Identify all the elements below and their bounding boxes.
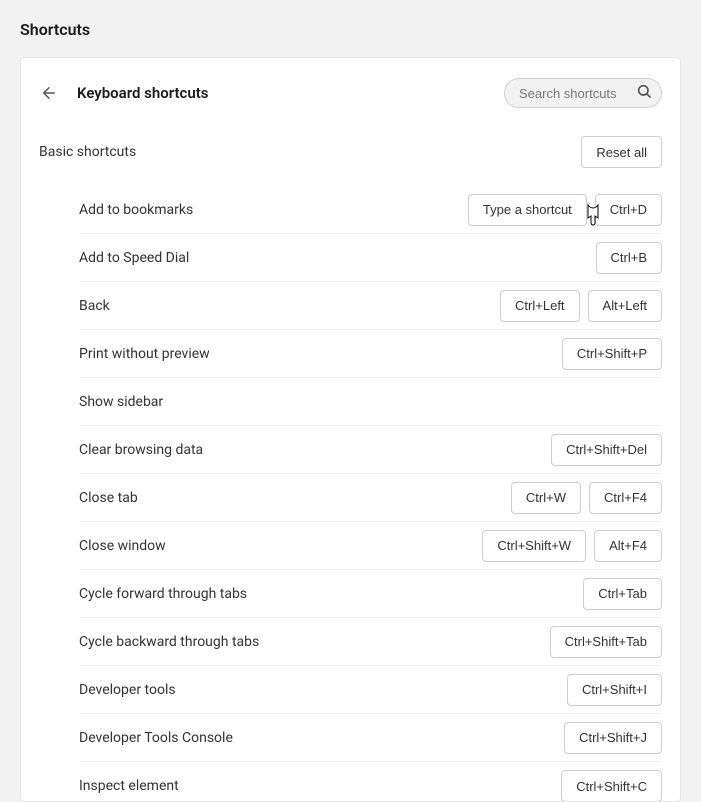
shortcut-buttons: Ctrl+LeftAlt+Left [500, 290, 662, 322]
section-header: Basic shortcuts Reset all [39, 136, 662, 168]
shortcut-key-button[interactable]: Ctrl+Shift+P [562, 338, 662, 370]
shortcut-key-button[interactable]: Ctrl+Shift+J [564, 722, 662, 754]
shortcut-row: Cycle forward through tabs Ctrl+Tab [79, 570, 662, 618]
shortcut-buttons: Ctrl+Shift+C [561, 770, 662, 802]
shortcut-row: Print without preview Ctrl+Shift+P [79, 330, 662, 378]
shortcut-row: Developer Tools Console Ctrl+Shift+J [79, 714, 662, 762]
shortcut-buttons: Ctrl+Shift+Del [551, 434, 662, 466]
shortcut-label: Show sidebar [79, 394, 163, 410]
shortcut-key-button[interactable]: Alt+Left [588, 290, 662, 322]
shortcut-key-button[interactable]: Ctrl+Tab [583, 578, 662, 610]
shortcut-list: Add to bookmarksType a shortcutCtrl+DAdd… [39, 186, 662, 802]
shortcut-buttons: Ctrl+Shift+WAlt+F4 [482, 530, 662, 562]
shortcut-row: Show sidebar [79, 378, 662, 426]
shortcut-label: Developer tools [79, 682, 176, 698]
card-header: Keyboard shortcuts [39, 78, 662, 108]
shortcut-label: Developer Tools Console [79, 730, 233, 746]
shortcut-label: Cycle backward through tabs [79, 634, 259, 650]
shortcut-label: Print without preview [79, 346, 210, 362]
shortcut-row: Inspect element Ctrl+Shift+C [79, 762, 662, 802]
shortcut-label: Close window [79, 538, 166, 554]
shortcut-row: Developer tools Ctrl+Shift+I [79, 666, 662, 714]
card-title: Keyboard shortcuts [77, 84, 208, 102]
shortcut-row: Cycle backward through tabs Ctrl+Shift+Ta… [79, 618, 662, 666]
shortcut-label: Clear browsing data [79, 442, 203, 458]
shortcuts-card: Keyboard shortcuts Basic shortcuts Reset… [20, 57, 681, 802]
shortcut-buttons: Ctrl+WCtrl+F4 [511, 482, 662, 514]
shortcut-label: Inspect element [79, 778, 179, 794]
shortcut-key-button[interactable]: Ctrl+Shift+Tab [550, 626, 662, 658]
shortcut-row: Back Ctrl+LeftAlt+Left [79, 282, 662, 330]
shortcut-key-button[interactable]: Alt+F4 [594, 530, 662, 562]
shortcut-key-button[interactable]: Ctrl+Left [500, 290, 580, 322]
shortcut-label: Add to bookmarks [79, 202, 193, 218]
shortcut-buttons: Ctrl+Tab [583, 578, 662, 610]
shortcut-row: Close window Ctrl+Shift+WAlt+F4 [79, 522, 662, 570]
search-box [504, 78, 662, 108]
search-input[interactable] [504, 78, 662, 108]
shortcut-key-button[interactable]: Ctrl+D [595, 194, 662, 226]
shortcut-buttons: Ctrl+Shift+I [567, 674, 662, 706]
shortcut-buttons: Ctrl+Shift+Tab [550, 626, 662, 658]
reset-all-button[interactable]: Reset all [581, 136, 662, 168]
type-shortcut-button[interactable]: Type a shortcut [468, 194, 587, 226]
shortcut-label: Add to Speed Dial [79, 250, 189, 266]
shortcut-label: Cycle forward through tabs [79, 586, 247, 602]
shortcut-row: Add to Speed Dial Ctrl+B [79, 234, 662, 282]
shortcut-buttons: Ctrl+Shift+J [564, 722, 662, 754]
shortcut-row: Clear browsing data Ctrl+Shift+Del [79, 426, 662, 474]
section-title: Basic shortcuts [39, 144, 136, 160]
shortcut-row: Close tab Ctrl+WCtrl+F4 [79, 474, 662, 522]
shortcut-key-button[interactable]: Ctrl+W [511, 482, 581, 514]
shortcut-key-button[interactable]: Ctrl+F4 [589, 482, 662, 514]
shortcut-key-button[interactable]: Ctrl+B [596, 242, 662, 274]
shortcut-label: Close tab [79, 490, 138, 506]
shortcut-key-button[interactable]: Ctrl+Shift+C [561, 770, 662, 802]
back-button[interactable] [39, 83, 59, 103]
shortcut-buttons: Ctrl+Shift+P [562, 338, 662, 370]
page-title: Shortcuts [20, 20, 681, 39]
shortcut-key-button[interactable]: Ctrl+Shift+I [567, 674, 662, 706]
shortcut-label: Back [79, 298, 110, 314]
arrow-left-icon [40, 84, 58, 102]
shortcut-row: Add to bookmarks Type a shortcutCtrl+D [79, 186, 662, 234]
shortcut-key-button[interactable]: Ctrl+Shift+W [482, 530, 586, 562]
shortcut-buttons: Type a shortcutCtrl+D [468, 194, 662, 226]
shortcut-key-button[interactable]: Ctrl+Shift+Del [551, 434, 662, 466]
shortcut-buttons: Ctrl+B [596, 242, 662, 274]
